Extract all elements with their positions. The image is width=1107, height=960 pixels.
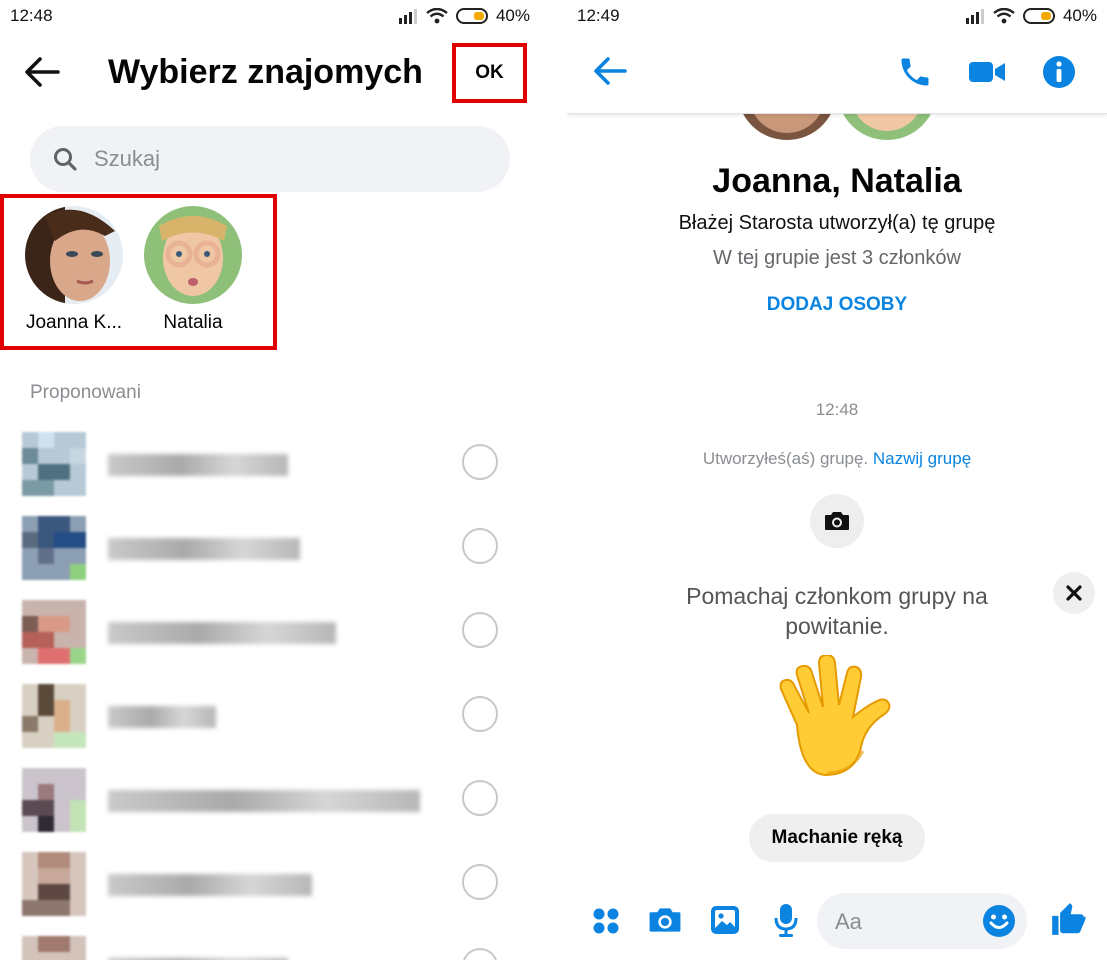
selected-friend-name: Joanna K... [25, 312, 123, 333]
search-placeholder: Szukaj [94, 146, 161, 171]
selected-friends: Joanna K... Natalia [0, 194, 277, 350]
arrow-left-icon[interactable] [22, 52, 62, 92]
camera-icon[interactable] [647, 904, 683, 936]
emoji-icon[interactable] [982, 904, 1016, 938]
suggested-contact-row[interactable] [22, 432, 522, 502]
apps-icon[interactable] [591, 906, 621, 936]
select-radio[interactable] [462, 780, 498, 816]
suggested-section-label: Proponowani [30, 382, 141, 403]
select-radio[interactable] [462, 948, 498, 960]
select-radio[interactable] [462, 528, 498, 564]
group-name: Joanna, Natalia [712, 162, 962, 200]
contact-name-blurred [108, 874, 312, 896]
video-icon[interactable] [967, 56, 1007, 88]
wifi-icon [426, 8, 448, 24]
status-time: 12:49 [577, 6, 620, 25]
suggested-contact-row[interactable] [22, 600, 522, 670]
contact-name-blurred [108, 790, 420, 812]
message-placeholder: Aa [835, 909, 862, 934]
contact-name-blurred [108, 454, 288, 476]
camera-icon [825, 512, 849, 530]
ok-button[interactable]: OK [452, 43, 527, 103]
avatar [22, 432, 86, 496]
battery-icon [455, 8, 488, 24]
status-bar: 12:48 40% [0, 0, 540, 32]
battery-level: 40% [1062, 6, 1097, 25]
wave-button[interactable]: Machanie ręką [749, 814, 925, 862]
created-notice-text: Utworzyłeś(aś) grupę. [702, 449, 869, 468]
selected-friend[interactable]: Natalia [133, 206, 253, 334]
select-radio[interactable] [462, 444, 498, 480]
add-people-button[interactable]: DODAJ OSOBY [567, 294, 1107, 316]
select-radio[interactable] [462, 696, 498, 732]
set-group-photo-button[interactable] [810, 494, 864, 548]
avatar [144, 206, 242, 304]
avatar [22, 768, 86, 832]
close-icon [1066, 585, 1082, 601]
battery-level: 40% [495, 6, 530, 25]
contact-name-blurred [108, 706, 216, 728]
contact-name-blurred [108, 538, 300, 560]
select-radio[interactable] [462, 612, 498, 648]
phone-icon[interactable] [897, 54, 933, 90]
dismiss-wave-button[interactable] [1053, 572, 1095, 614]
status-bar: 12:49 40% [567, 0, 1107, 32]
suggested-contact-row[interactable] [22, 852, 522, 922]
avatar [22, 516, 86, 580]
signal-icon [965, 9, 984, 24]
friend-picker-screen: 12:48 40% Wybierz znajomych OK Szukaj Jo… [0, 0, 540, 960]
avatar [22, 852, 86, 916]
status-time: 12:48 [10, 6, 53, 25]
suggested-contact-row[interactable] [22, 516, 522, 586]
divider [540, 0, 567, 960]
signal-icon [398, 9, 417, 24]
wifi-icon [993, 8, 1015, 24]
search-icon [54, 148, 77, 171]
page-title: Wybierz znajomych [108, 53, 423, 91]
avatar [22, 936, 86, 960]
thumbs-up-icon[interactable] [1049, 900, 1087, 938]
avatar [22, 600, 86, 664]
search-input[interactable]: Szukaj [30, 126, 510, 192]
message-timestamp: 12:48 [815, 400, 859, 419]
wave-prompt: Pomachaj członkom grupy na powitanie. [686, 583, 988, 639]
group-created-notice: Utworzyłeś(aś) grupę. Nazwij grupę [567, 449, 1107, 469]
group-chat-screen: 12:49 40% Joanna, Natalia Błażej Starost… [567, 0, 1107, 960]
info-icon[interactable] [1041, 54, 1077, 90]
selected-friend[interactable]: Joanna K... [14, 206, 134, 334]
selected-friend-name: Natalia [163, 312, 223, 333]
select-radio[interactable] [462, 864, 498, 900]
image-icon[interactable] [709, 904, 741, 936]
avatar [22, 684, 86, 748]
name-group-link[interactable]: Nazwij grupę [873, 449, 971, 468]
suggested-contact-row[interactable] [22, 936, 522, 960]
avatar [25, 206, 123, 304]
group-created-by: Błażej Starosta utworzył(a) tę grupę [678, 212, 996, 234]
waving-hand-icon [779, 655, 891, 777]
contact-name-blurred [108, 622, 336, 644]
chat-header [567, 32, 1107, 114]
group-member-count: W tej grupie jest 3 członków [713, 247, 961, 269]
battery-icon [1022, 8, 1055, 24]
mic-icon[interactable] [773, 902, 799, 938]
suggested-contact-row[interactable] [22, 684, 522, 754]
suggested-contact-row[interactable] [22, 768, 522, 838]
arrow-left-icon[interactable] [591, 52, 629, 90]
